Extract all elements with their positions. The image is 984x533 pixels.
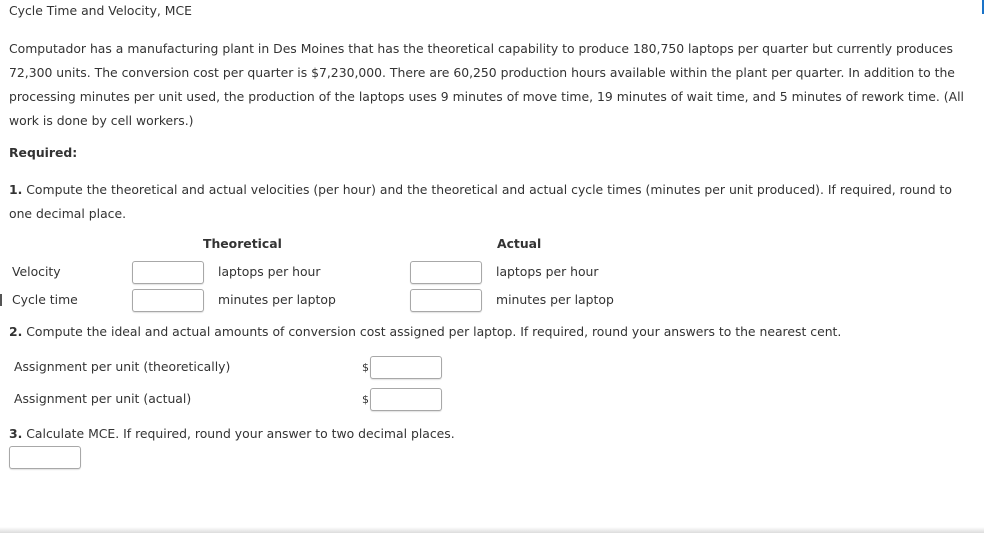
theoretical-velocity-input[interactable] <box>132 261 204 284</box>
theoretical-cycle-time-input[interactable] <box>132 289 204 312</box>
question-1: 1. Compute the theoretical and actual ve… <box>9 178 974 226</box>
theoretical-cycle-time-unit: minutes per laptop <box>218 292 336 307</box>
question-2: 2. Compute the ideal and actual amounts … <box>9 324 841 340</box>
question-2-number: 2. <box>9 324 23 339</box>
cycle-time-label: Cycle time <box>12 292 78 307</box>
actual-cycle-time-unit: minutes per laptop <box>496 292 614 307</box>
theoretical-velocity-unit: laptops per hour <box>218 264 321 279</box>
problem-title: Cycle Time and Velocity, MCE <box>9 3 192 18</box>
velocity-label: Velocity <box>12 264 61 279</box>
dollar-sign: $ <box>362 361 369 374</box>
column-header-theoretical: Theoretical <box>203 236 282 251</box>
column-header-actual: Actual <box>497 236 542 251</box>
assignment-actual-label: Assignment per unit (actual) <box>14 391 192 406</box>
question-3: 3. Calculate MCE. If required, round you… <box>9 426 455 442</box>
question-1-number: 1. <box>9 182 23 197</box>
actual-velocity-input[interactable] <box>410 261 482 284</box>
question-1-text: Compute the theoretical and actual veloc… <box>9 182 952 221</box>
question-3-number: 3. <box>9 426 23 441</box>
actual-velocity-unit: laptops per hour <box>496 264 599 279</box>
question-2-text: Compute the ideal and actual amounts of … <box>22 324 842 339</box>
question-3-text: Calculate MCE. If required, round your a… <box>22 426 455 441</box>
mce-input[interactable] <box>9 446 81 469</box>
required-heading: Required: <box>9 145 78 160</box>
problem-intro: Computador has a manufacturing plant in … <box>9 41 964 128</box>
assignment-theoretical-label: Assignment per unit (theoretically) <box>14 359 231 374</box>
dollar-sign: $ <box>362 393 369 406</box>
page-bottom-edge <box>0 527 984 533</box>
assignment-theoretical-input[interactable] <box>370 356 442 379</box>
assignment-actual-input[interactable] <box>370 388 442 411</box>
actual-cycle-time-input[interactable] <box>410 289 482 312</box>
row-marker <box>0 294 2 306</box>
